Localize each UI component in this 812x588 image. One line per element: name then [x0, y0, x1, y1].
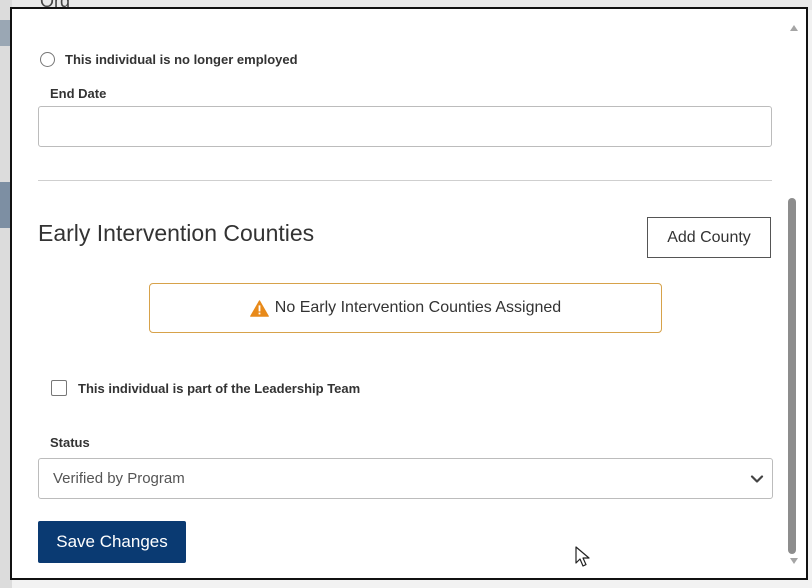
warning-icon	[249, 299, 269, 317]
add-county-button[interactable]: Add County	[647, 217, 771, 258]
end-date-label: End Date	[50, 86, 107, 101]
status-select[interactable]: Verified by Program	[38, 458, 773, 499]
modal-content: This individual is no longer employed En…	[38, 9, 774, 578]
background-marker	[0, 20, 10, 46]
scroll-down-arrow-icon[interactable]	[789, 557, 799, 565]
edit-individual-modal: This individual is no longer employed En…	[10, 7, 808, 580]
scroll-up-arrow-icon[interactable]	[789, 24, 799, 32]
chevron-down-icon	[750, 474, 764, 483]
section-divider	[38, 180, 772, 181]
end-date-field[interactable]	[38, 106, 772, 147]
no-counties-alert-text: No Early Intervention Counties Assigned	[274, 299, 562, 316]
status-label: Status	[50, 435, 90, 450]
save-changes-button[interactable]: Save Changes	[38, 521, 186, 563]
leadership-team-checkbox[interactable]	[51, 380, 67, 396]
modal-scrollbar[interactable]	[784, 9, 806, 578]
scrollbar-thumb[interactable]	[788, 198, 796, 554]
counties-section-title: Early Intervention Counties	[38, 220, 315, 246]
no-longer-employed-radio[interactable]	[40, 52, 55, 67]
no-longer-employed-option[interactable]: This individual is no longer employed	[40, 52, 298, 67]
leadership-team-label: This individual is part of the Leadershi…	[78, 380, 361, 396]
no-counties-alert: No Early Intervention Counties Assigned	[149, 283, 662, 333]
mouse-cursor-icon	[575, 546, 590, 567]
no-longer-employed-label: This individual is no longer employed	[65, 52, 298, 67]
leadership-team-option[interactable]: This individual is part of the Leadershi…	[51, 380, 360, 396]
background-marker	[0, 182, 10, 228]
status-selected-value: Verified by Program	[53, 470, 185, 487]
